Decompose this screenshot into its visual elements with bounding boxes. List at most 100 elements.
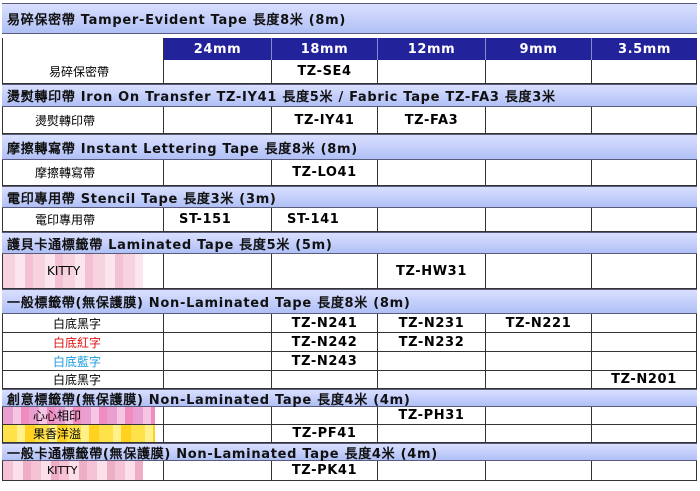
cell-3-5mm (592, 107, 697, 133)
cell-12mm (378, 425, 486, 442)
table-row: KITTY TZ-HW31 (2, 254, 697, 289)
cell-9mm (486, 107, 592, 133)
cell-18mm: TZ-SE4 (272, 60, 378, 83)
section-title: 電印專用帶 Stencil Tape 長度3米 (3m) (7, 191, 277, 207)
row-label: KITTY (47, 264, 81, 278)
cell-12mm (378, 461, 486, 480)
hearts-tape-swatch: 心心相印 (2, 407, 164, 424)
header-12mm: 12mm (378, 38, 486, 60)
section-band-nonlam: 一般標籤帶(無保護膜) Non-Laminated Tape 長度8米 (8m) (2, 289, 697, 314)
cell-24mm: ST-151 (164, 208, 272, 231)
cell-24mm (164, 107, 272, 133)
cell-9mm (486, 160, 592, 185)
cell-3-5mm (592, 425, 697, 442)
cell-9mm (486, 60, 592, 83)
cell-3-5mm (592, 333, 697, 351)
cell-3-5mm (592, 60, 697, 83)
row-label: 白底黑字 (2, 371, 164, 388)
cell-12mm (378, 371, 486, 388)
size-header-row: 24mm 18mm 12mm 9mm 3.5mm (2, 38, 697, 60)
cell-18mm: ST-141 (272, 208, 378, 231)
section-title: 易碎保密帶 Tamper-Evident Tape 長度8米 (8m) (7, 13, 347, 28)
table-row: 燙熨轉印帶 TZ-IY41 TZ-FA3 (2, 107, 697, 134)
cell-12mm (378, 60, 486, 83)
cell-18mm (272, 407, 378, 424)
cell-3-5mm (592, 254, 697, 288)
cell-18mm: TZ-LO41 (272, 160, 378, 185)
cell-24mm (164, 407, 272, 424)
cell-18mm (272, 371, 378, 388)
cell-3-5mm (592, 314, 697, 332)
row-label: 白底紅字 (2, 333, 164, 351)
cell-12mm (378, 160, 486, 185)
row-label: KITTY (47, 464, 78, 477)
header-3-5mm: 3.5mm (592, 38, 697, 60)
cell-3-5mm (592, 352, 697, 370)
cell-12mm: TZ-HW31 (378, 254, 486, 288)
cell-3-5mm: TZ-N201 (592, 371, 697, 388)
cell-12mm (378, 352, 486, 370)
row-label: 電印專用帶 (2, 208, 164, 231)
section-band-cartoon: 一般卡通標籤帶(無保護膜) Non-Laminated Tape 長度4米 (4… (2, 443, 697, 462)
cell-24mm (164, 425, 272, 442)
row-label: 白底黑字 (2, 314, 164, 332)
section-title: 護貝卡通標籤帶 Laminated Tape 長度5米 (5m) (7, 237, 333, 253)
cell-3-5mm (592, 208, 697, 231)
section-title: 一般卡通標籤帶(無保護膜) Non-Laminated Tape 長度4米 (4… (7, 446, 438, 462)
row-label: 易碎保密帶 (2, 60, 164, 83)
cell-18mm: TZ-N243 (272, 352, 378, 370)
section-band-instant: 摩擦轉寫帶 Instant Lettering Tape 長度8米 (8m) (2, 134, 697, 160)
cell-9mm (486, 208, 592, 231)
cell-18mm: TZ-IY41 (272, 107, 378, 133)
cell-24mm (164, 352, 272, 370)
section-band-stencil: 電印專用帶 Stencil Tape 長度3米 (3m) (2, 186, 697, 208)
cell-9mm (486, 461, 592, 480)
cell-9mm (486, 333, 592, 351)
cell-12mm: TZ-FA3 (378, 107, 486, 133)
cell-24mm (164, 160, 272, 185)
header-24mm: 24mm (164, 38, 272, 60)
section-title: 一般標籤帶(無保護膜) Non-Laminated Tape 長度8米 (8m) (7, 296, 411, 311)
table-row: 白底黑字 TZ-N201 (2, 371, 697, 389)
cell-18mm (272, 254, 378, 288)
cell-24mm (164, 314, 272, 332)
kitty-tape-swatch: KITTY (2, 254, 164, 288)
kitty-cartoon-swatch: KITTY (2, 461, 164, 480)
section-title: 燙熨轉印帶 Iron On Transfer TZ-IY41 長度5米 / Fa… (7, 90, 556, 105)
section-title: 摩擦轉寫帶 Instant Lettering Tape 長度8米 (8m) (7, 141, 358, 157)
cell-3-5mm (592, 160, 697, 185)
row-label: 燙熨轉印帶 (2, 107, 164, 133)
tape-spec-table: 易碎保密帶 Tamper-Evident Tape 長度8米 (8m) 24mm… (2, 3, 697, 485)
table-row: 心心相印 TZ-PH31 (2, 407, 697, 425)
cell-18mm: TZ-PK41 (272, 461, 378, 480)
fruit-tape-swatch: 果香洋溢 (2, 425, 164, 442)
table-row: 易碎保密帶 TZ-SE4 (2, 60, 697, 84)
section-band-iron: 燙熨轉印帶 Iron On Transfer TZ-IY41 長度5米 / Fa… (2, 84, 697, 107)
cell-24mm (164, 371, 272, 388)
table-row: 白底藍字 TZ-N243 (2, 352, 697, 371)
cell-9mm (486, 371, 592, 388)
cell-24mm (164, 461, 272, 480)
cell-3-5mm (592, 461, 697, 480)
table-row: 果香洋溢 TZ-PF41 (2, 425, 697, 443)
section-band-creative: 創意標籤帶(無保護膜) Non-Laminated Tape 長度4米 (4m) (2, 389, 697, 408)
table-row: KITTY TZ-PK41 (2, 461, 697, 481)
cell-3-5mm (592, 407, 697, 424)
cell-18mm: TZ-N241 (272, 314, 378, 332)
table-row: 白底紅字 TZ-N242 TZ-N232 (2, 333, 697, 352)
table-row: 摩擦轉寫帶 TZ-LO41 (2, 160, 697, 186)
cell-12mm: TZ-N231 (378, 314, 486, 332)
section-band-laminated: 護貝卡通標籤帶 Laminated Tape 長度5米 (5m) (2, 232, 697, 254)
cell-9mm (486, 425, 592, 442)
table-row: 電印專用帶 ST-151 ST-141 (2, 208, 697, 232)
row-label: 白底藍字 (2, 352, 164, 370)
cell-9mm (486, 352, 592, 370)
row-label: 心心相印 (33, 409, 82, 423)
header-blank-cell (2, 38, 164, 60)
header-9mm: 9mm (486, 38, 592, 60)
cell-9mm: TZ-N221 (486, 314, 592, 332)
cell-9mm (486, 254, 592, 288)
row-label: 果香洋溢 (33, 427, 82, 441)
cell-12mm: TZ-N232 (378, 333, 486, 351)
cell-12mm (378, 208, 486, 231)
